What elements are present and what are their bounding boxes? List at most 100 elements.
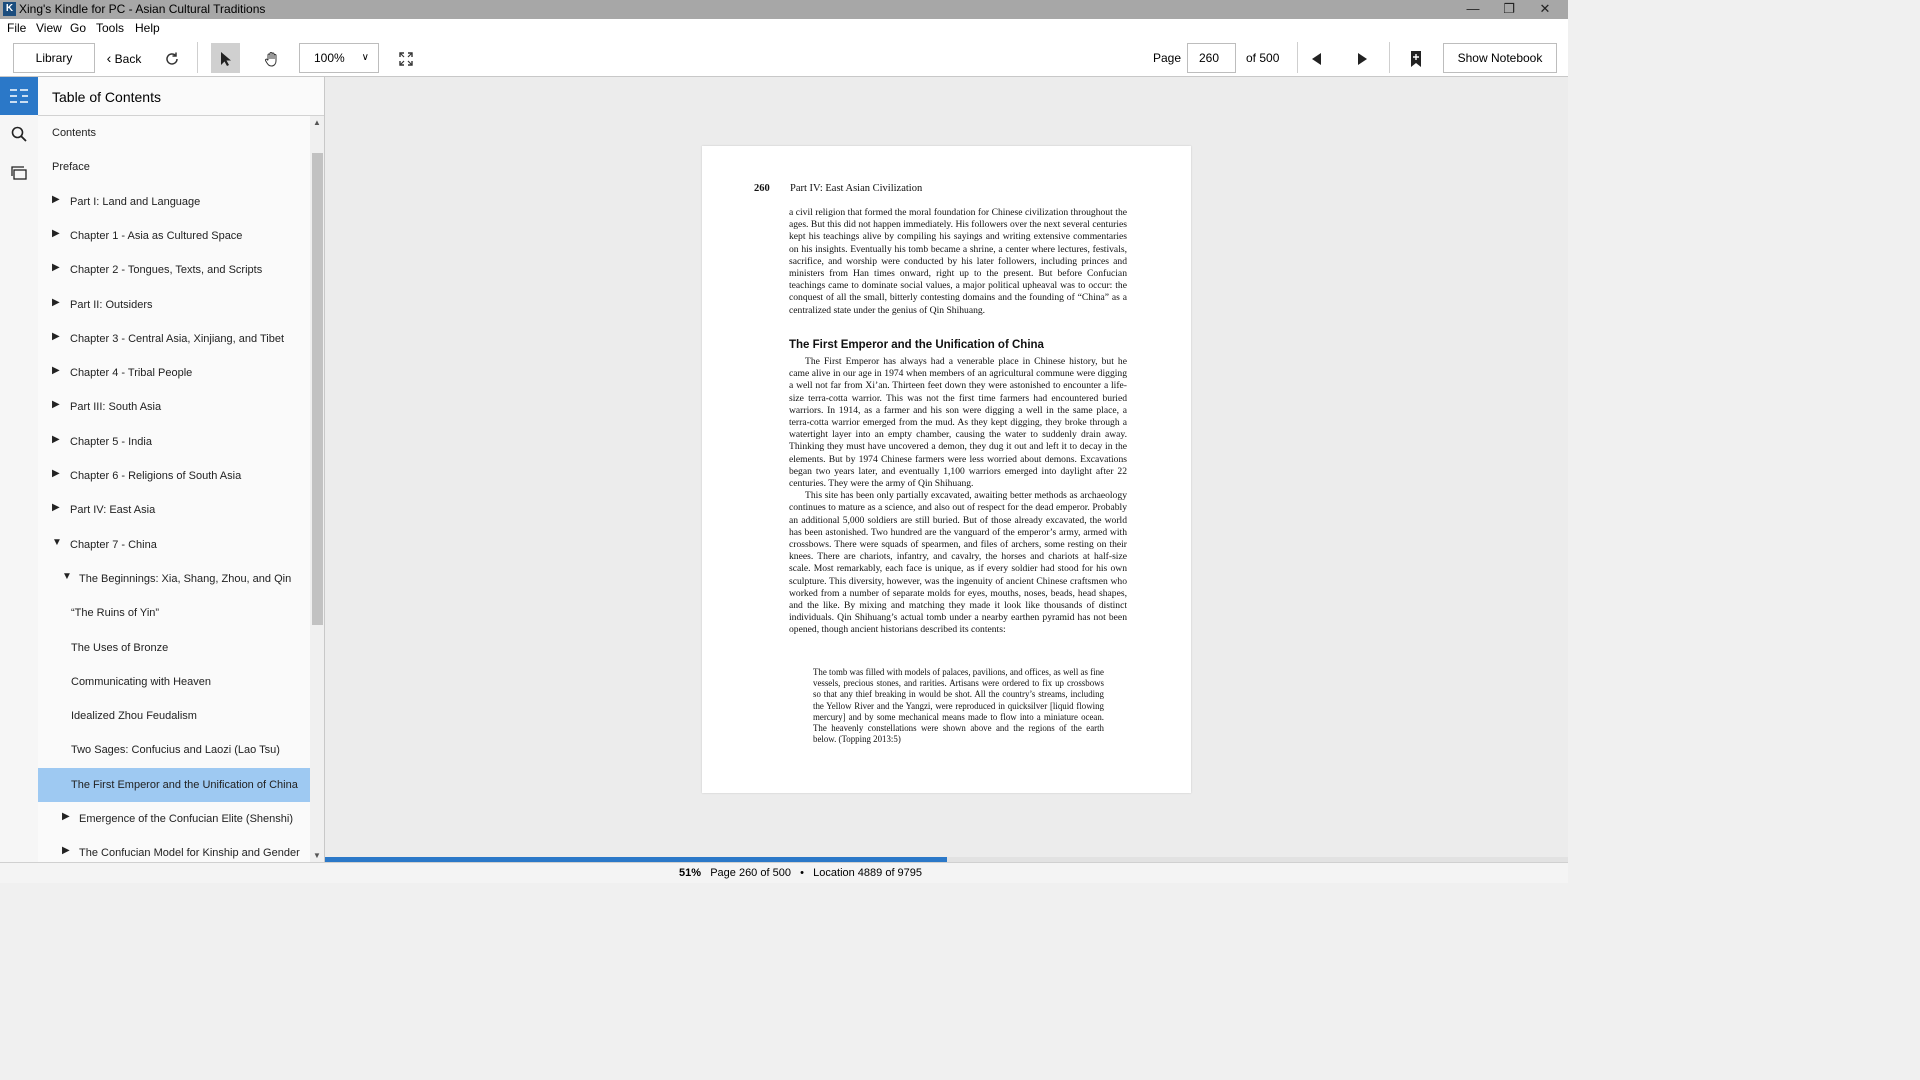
toc-item-label: “The Ruins of Yin” [71, 607, 160, 619]
toc-item[interactable]: ▶ Part III: South Asia [38, 390, 310, 424]
menu-go[interactable]: Go [70, 21, 86, 35]
collapsed-triangle-icon[interactable]: ▶ [52, 194, 60, 205]
minimize-button[interactable]: — [1455, 0, 1491, 19]
toc-item-label: Chapter 3 - Central Asia, Xinjiang, and … [70, 333, 285, 345]
toc-item-label: Idealized Zhou Feudalism [71, 710, 197, 722]
toc-toggle-button[interactable] [0, 77, 38, 115]
menu-tools[interactable]: Tools [96, 21, 124, 35]
toc-item[interactable]: Two Sages: Confucius and Laozi (Lao Tsu) [38, 733, 310, 767]
show-notebook-button[interactable]: Show Notebook [1443, 43, 1557, 73]
collapsed-triangle-icon[interactable]: ▶ [62, 811, 70, 822]
expanded-triangle-icon[interactable]: ▼ [52, 537, 62, 548]
previous-page-button[interactable] [1306, 43, 1328, 73]
flashcards-button[interactable] [0, 154, 38, 192]
toc-item[interactable]: Communicating with Heaven [38, 665, 310, 699]
page-number-input[interactable] [1187, 43, 1236, 73]
menu-file[interactable]: File [7, 21, 26, 35]
toc-item[interactable]: ▶ Chapter 5 - India [38, 425, 310, 459]
percent-read: 51% [679, 867, 702, 879]
scroll-up-arrow-icon[interactable]: ▲ [310, 116, 324, 130]
cards-icon [11, 166, 27, 180]
chevron-left-icon: ‹ [106, 50, 112, 66]
toc-item[interactable]: ▼ The Beginnings: Xia, Shang, Zhou, and Q… [38, 562, 310, 596]
collapsed-triangle-icon[interactable]: ▶ [52, 262, 60, 273]
toc-item[interactable]: ▶ Emergence of the Confucian Elite (Shens… [38, 802, 310, 836]
sidebar-rail [0, 77, 39, 863]
back-label: Back [114, 52, 142, 66]
toc-item-label: Part II: Outsiders [70, 299, 153, 311]
sync-icon [166, 52, 178, 65]
toc-item[interactable]: ▶ Part II: Outsiders [38, 288, 310, 322]
expanded-triangle-icon[interactable]: ▼ [62, 571, 72, 582]
hand-icon [264, 51, 276, 67]
zoom-select[interactable]: 100% ∨ [299, 43, 379, 73]
toc-item-label: Part IV: East Asia [70, 504, 156, 516]
hand-tool-button[interactable] [257, 43, 286, 73]
library-button[interactable]: Library [13, 43, 95, 73]
block-quote: The tomb was filled with models of palac… [813, 667, 1104, 745]
toc-item-label: The Uses of Bronze [71, 642, 169, 654]
next-page-button[interactable] [1351, 43, 1373, 73]
menu-view[interactable]: View [36, 21, 62, 35]
collapsed-triangle-icon[interactable]: ▶ [52, 297, 60, 308]
toc-scrollbar[interactable]: ▲ ▼ [310, 116, 324, 863]
back-button[interactable]: ‹ Back [104, 43, 144, 73]
fullscreen-icon [399, 52, 413, 66]
triangle-left-icon [1312, 52, 1321, 65]
select-tool-button[interactable] [211, 43, 240, 73]
toc-item[interactable]: Contents [38, 116, 310, 150]
toc-item-label: The First Emperor and the Unification of… [71, 779, 298, 791]
close-button[interactable]: ✕ [1527, 0, 1563, 19]
scroll-down-arrow-icon[interactable]: ▼ [310, 849, 324, 863]
toc-item[interactable]: ▶ Part IV: East Asia [38, 493, 310, 527]
collapsed-triangle-icon[interactable]: ▶ [52, 502, 60, 513]
toc-list: Contents Preface ▶ Part I: Land and Languag… [38, 116, 310, 863]
search-button[interactable] [0, 115, 38, 153]
paragraph: The First Emperor has always had a vener… [789, 356, 1127, 490]
fullscreen-button[interactable] [391, 43, 421, 73]
toc-item-label: Part I: Land and Language [70, 196, 201, 208]
maximize-button[interactable]: ❐ [1491, 0, 1527, 19]
toc-item[interactable]: “The Ruins of Yin” [38, 596, 310, 630]
running-head: Part IV: East Asian Civilization [790, 183, 923, 194]
collapsed-triangle-icon[interactable]: ▶ [52, 331, 60, 342]
page-label: Page [1153, 51, 1182, 65]
toc-panel: Table of Contents Contents Preface ▶ Part I… [38, 77, 325, 863]
toc-item-label: The Beginnings: Xia, Shang, Zhou, and Qi… [79, 573, 292, 585]
collapsed-triangle-icon[interactable]: ▶ [62, 845, 70, 856]
toc-item[interactable]: ▼ Chapter 7 - China [38, 528, 310, 562]
toc-item[interactable]: The First Emperor and the Unification of… [38, 768, 310, 802]
toc-item[interactable]: ▶ Chapter 4 - Tribal People [38, 356, 310, 390]
toc-item-label: Preface [52, 161, 90, 173]
toc-item[interactable]: ▶ The Confucian Model for Kinship and Gen… [38, 836, 310, 863]
toc-item[interactable]: ▶ Chapter 3 - Central Asia, Xinjiang, and… [38, 322, 310, 356]
toc-item[interactable]: Preface [38, 150, 310, 184]
location-info: Location 4889 of 9795 [813, 867, 923, 879]
toc-item[interactable]: ▶ Chapter 1 - Asia as Cultured Space [38, 219, 310, 253]
search-icon [11, 126, 27, 142]
toc-item-label: Chapter 6 - Religions of South Asia [70, 470, 242, 482]
bookmark-button[interactable] [1405, 43, 1427, 73]
paragraph: This site has been only partially excava… [789, 490, 1127, 636]
table-of-contents-icon [10, 89, 28, 103]
status-bar: 51% Page 260 of 500 • Location 4889 of 9… [0, 862, 1568, 883]
toc-item[interactable]: Idealized Zhou Feudalism [38, 699, 310, 733]
scrollbar-thumb[interactable] [312, 153, 323, 625]
toc-item[interactable]: The Uses of Bronze [38, 631, 310, 665]
paragraph: a civil religion that formed the moral f… [789, 207, 1127, 316]
collapsed-triangle-icon[interactable]: ▶ [52, 434, 60, 445]
toc-item[interactable]: ▶ Chapter 2 - Tongues, Texts, and Scripts [38, 253, 310, 287]
menu-help[interactable]: Help [135, 21, 160, 35]
reading-area: 260 Part IV: East Asian Civilization a c… [325, 77, 1568, 857]
collapsed-triangle-icon[interactable]: ▶ [52, 228, 60, 239]
collapsed-triangle-icon[interactable]: ▶ [52, 468, 60, 479]
menu-bar: File View Go Tools Help [0, 19, 1568, 38]
toc-item[interactable]: ▶ Part I: Land and Language [38, 185, 310, 219]
collapsed-triangle-icon[interactable]: ▶ [52, 399, 60, 410]
triangle-right-icon [1358, 52, 1367, 65]
toc-item[interactable]: ▶ Chapter 6 - Religions of South Asia [38, 459, 310, 493]
toc-item-label: Two Sages: Confucius and Laozi (Lao Tsu) [71, 744, 280, 756]
status-separator: • [800, 867, 804, 879]
collapsed-triangle-icon[interactable]: ▶ [52, 365, 60, 376]
sync-button[interactable] [158, 43, 186, 73]
